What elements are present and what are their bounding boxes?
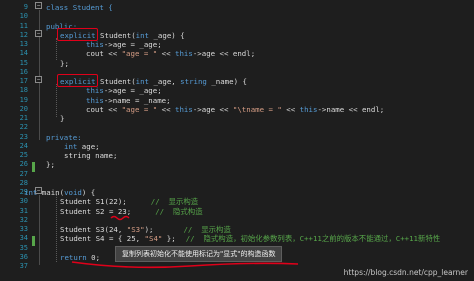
line-number: 24 <box>19 141 28 150</box>
line-number: 16 <box>19 67 28 76</box>
line-number: 17 <box>19 77 28 85</box>
line-number: 14 <box>19 49 28 58</box>
line-number: 36 <box>19 252 28 261</box>
code-line-33: Student S3(24, "S3");// 显示构造 <box>60 225 231 234</box>
line-number: 22 <box>19 123 28 132</box>
code-editor[interactable]: 9 10 11 12 13 14 15 16 17 18 19 20 21 22 23 24 25 26 27 28 2… <box>0 0 474 281</box>
fold-guide <box>39 195 40 265</box>
line-number: 35 <box>19 243 28 252</box>
line-number: 30 <box>19 197 28 206</box>
code-line-31: Student S2 = 23;// 隐式构造 <box>60 206 203 216</box>
code-line-14: cout << "age = " << this->age << endl; <box>86 49 256 59</box>
line-number: 10 <box>19 12 28 21</box>
explicit-highlight-box <box>57 74 98 87</box>
line-number: 28 <box>19 178 28 187</box>
line-number: 25 <box>19 151 28 159</box>
error-squiggle <box>110 215 130 221</box>
line-number: 12 <box>19 30 28 39</box>
code-line-30: Student S1(22);// 显示构造 <box>60 197 199 207</box>
code-line-23: private: <box>46 132 82 142</box>
collapse-constructor-icon[interactable]: − <box>35 30 42 37</box>
line-number: 11 <box>19 21 28 30</box>
explicit-highlight-box <box>57 28 98 41</box>
code-line-21: } <box>60 114 65 123</box>
line-number: 27 <box>19 169 28 178</box>
line-number: 20 <box>19 104 28 113</box>
code-line-25: string name; <box>64 151 118 160</box>
code-line-26: }; <box>46 160 55 170</box>
line-number: 33 <box>19 225 28 233</box>
watermark: https://blog.csdn.net/cpp_learner <box>343 268 468 277</box>
code-line-19: this->name = _name; <box>86 95 171 105</box>
code-line-29: int main(void) { <box>24 188 96 197</box>
code-line-20: cout << "age = " << this->age << "\tname… <box>86 104 385 114</box>
line-number: 31 <box>19 206 28 215</box>
code-line-13: this->age = _age; <box>86 40 162 49</box>
line-number: 34 <box>19 234 28 243</box>
collapse-constructor-icon[interactable]: − <box>35 76 42 83</box>
change-indicator <box>32 162 35 172</box>
code-line-15: }; <box>60 58 69 68</box>
line-number: 21 <box>19 114 28 122</box>
code-line-9: class Student { <box>46 3 113 12</box>
indent-guide <box>56 194 57 262</box>
line-number: 26 <box>19 160 28 169</box>
line-number: 23 <box>19 132 28 141</box>
change-indicator <box>32 236 35 246</box>
line-number-gutter: 9 10 11 12 13 14 15 16 17 18 19 20 21 22 23 24 25 26 27 28 2… <box>0 0 36 281</box>
code-line-24: int age; <box>64 141 100 151</box>
collapse-class-icon[interactable]: − <box>35 2 42 9</box>
line-number: 15 <box>19 58 28 67</box>
line-number: 13 <box>19 40 28 48</box>
line-number: 32 <box>19 215 28 224</box>
indent-guide <box>56 84 57 117</box>
line-number: 37 <box>19 262 28 270</box>
error-tooltip: 复制列表初始化不能使用标记为"显式"的构造函数 <box>115 246 283 262</box>
line-number: 19 <box>19 95 28 104</box>
indent-guide <box>56 38 57 60</box>
line-number: 18 <box>19 86 28 95</box>
code-line-18: this->age = _age; <box>86 86 162 96</box>
line-number: 9 <box>23 3 28 11</box>
